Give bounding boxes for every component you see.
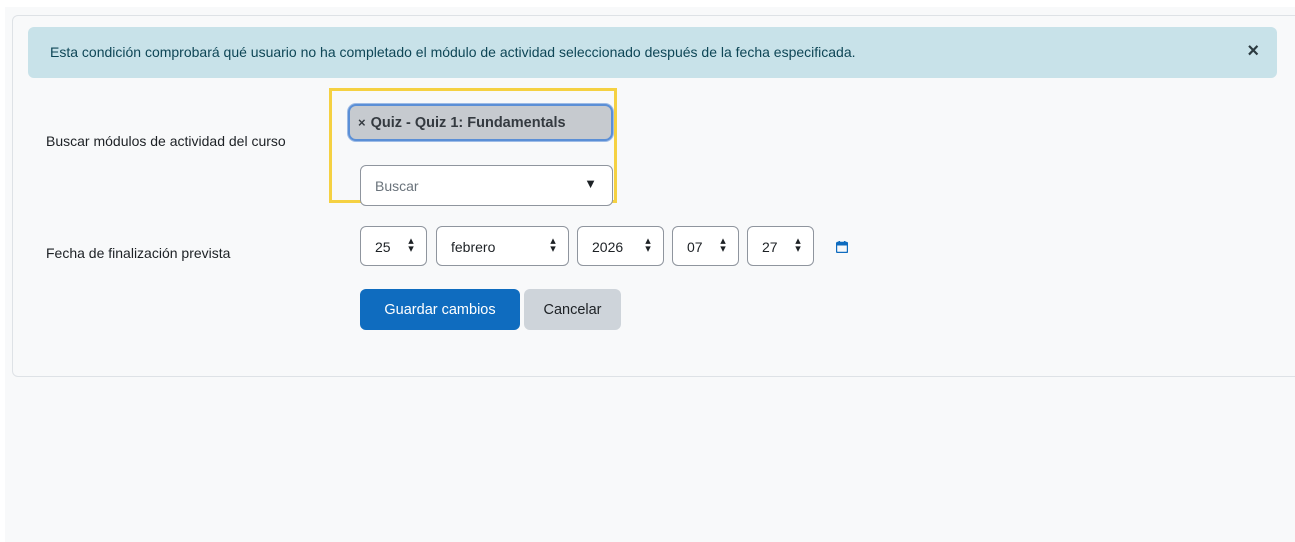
search-placeholder: Buscar xyxy=(375,178,419,194)
selected-activity-label: Quiz - Quiz 1: Fundamentals xyxy=(370,114,566,131)
due-date-label: Fecha de finalización prevista xyxy=(46,245,231,261)
year-value: 2026 xyxy=(592,239,624,255)
minute-value: 27 xyxy=(762,239,778,255)
activity-search-input[interactable]: Buscar ▼ xyxy=(360,165,613,206)
updown-arrows-icon: ▴ ▾ xyxy=(795,235,801,255)
month-select[interactable]: febrero ▴ ▾ xyxy=(436,226,569,266)
minute-select[interactable]: 27 ▴ ▾ xyxy=(747,226,814,266)
day-select[interactable]: 25 ▴ ▾ xyxy=(360,226,427,266)
dropdown-arrow-icon[interactable]: ▼ xyxy=(584,176,597,191)
activity-search-label: Buscar módulos de actividad del curso xyxy=(46,133,286,149)
hour-value: 07 xyxy=(687,239,703,255)
cancel-button[interactable]: Cancelar xyxy=(524,289,621,330)
calendar-icon[interactable] xyxy=(836,241,848,253)
alert-message: Esta condición comprobará qué usuario no… xyxy=(50,44,856,60)
month-value: febrero xyxy=(451,239,496,255)
info-alert: Esta condición comprobará qué usuario no… xyxy=(28,27,1277,78)
year-select[interactable]: 2026 ▴ ▾ xyxy=(577,226,664,266)
updown-arrows-icon: ▴ ▾ xyxy=(550,235,556,255)
remove-chip-icon[interactable]: × xyxy=(358,115,366,130)
hour-select[interactable]: 07 ▴ ▾ xyxy=(672,226,739,266)
updown-arrows-icon: ▴ ▾ xyxy=(645,235,651,255)
updown-arrows-icon: ▴ ▾ xyxy=(720,235,726,255)
updown-arrows-icon: ▴ ▾ xyxy=(408,235,414,255)
day-value: 25 xyxy=(375,239,391,255)
save-button[interactable]: Guardar cambios xyxy=(360,289,520,330)
close-icon[interactable]: × xyxy=(1247,40,1259,62)
selected-activity-chip[interactable]: × Quiz - Quiz 1: Fundamentals xyxy=(348,104,613,141)
